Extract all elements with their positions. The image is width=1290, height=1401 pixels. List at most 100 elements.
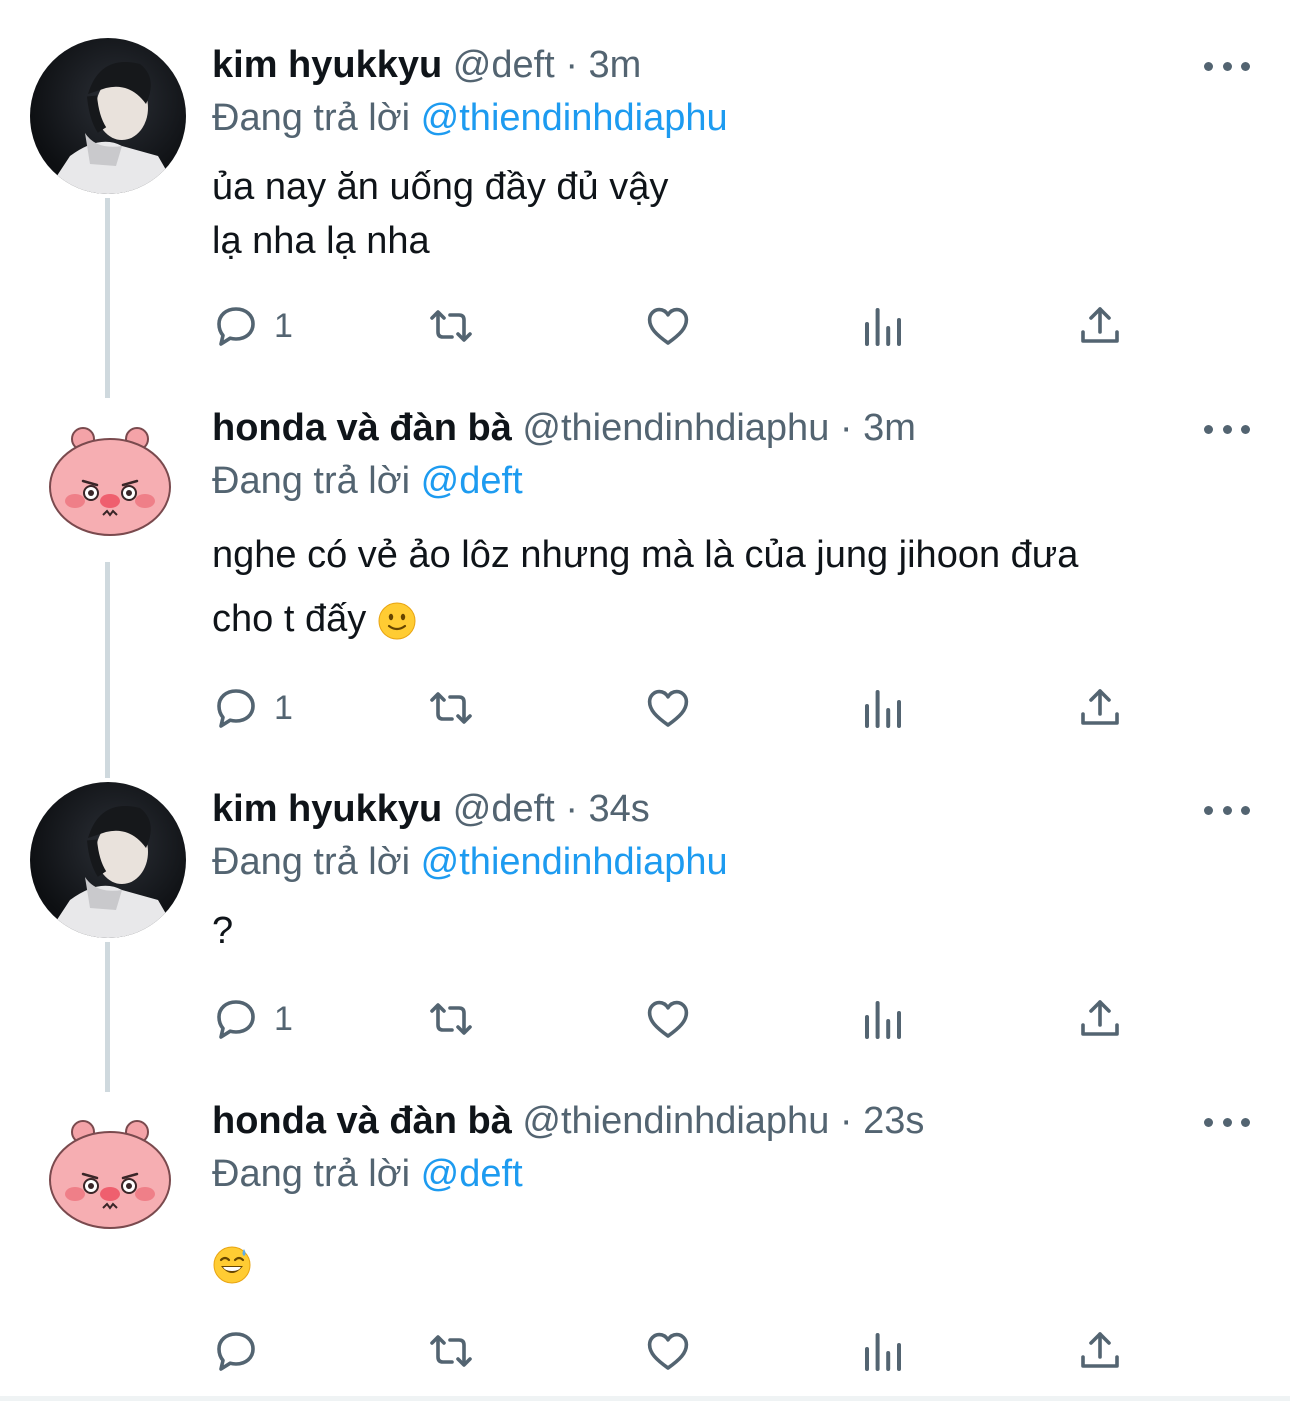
analytics-icon [865, 690, 901, 728]
retweet-button[interactable] [427, 298, 475, 354]
like-icon [647, 1332, 689, 1370]
mention-link[interactable]: @deft [421, 1153, 523, 1195]
slightly-smiling-face-emoji [378, 602, 416, 640]
thread-line [105, 942, 110, 1092]
reply-count: 1 [274, 999, 293, 1038]
mention-link[interactable]: @thiendinhdiaphu [421, 841, 728, 883]
analytics-icon [865, 308, 901, 346]
display-name[interactable]: kim hyukkyu [212, 788, 442, 830]
avatar[interactable] [45, 1108, 175, 1238]
replying-to: Đang trả lời @deft [212, 458, 523, 504]
share-button[interactable] [1076, 991, 1124, 1047]
action-bar: 1 [212, 680, 1212, 736]
share-button[interactable] [1076, 1323, 1124, 1379]
like-button[interactable] [644, 1323, 692, 1379]
tweet-text-line: lạ nha lạ nha [212, 220, 430, 262]
tweet-text: ? [212, 904, 1252, 958]
username[interactable]: @deft [453, 44, 555, 86]
retweet-icon [430, 310, 472, 342]
tweet-header: kim hyukkyu @deft · 3m [212, 42, 641, 88]
action-bar [212, 1323, 1212, 1379]
tweet-text-line-2: cho t đấy [212, 587, 1252, 651]
tweet-header: honda và đàn bà @thiendinhdiaphu · 3m [212, 405, 916, 451]
share-icon [1081, 307, 1119, 343]
replying-to-label: Đang trả lời [212, 1153, 411, 1195]
display-name[interactable]: honda và đàn bà [212, 1100, 512, 1142]
timestamp[interactable]: 3m [589, 44, 642, 86]
display-name[interactable]: honda và đàn bà [212, 407, 512, 449]
thread-line [105, 562, 110, 778]
more-icon[interactable] [1204, 800, 1250, 820]
grinning-face-with-sweat-emoji [213, 1246, 251, 1284]
retweet-icon [430, 692, 472, 724]
share-icon [1081, 689, 1119, 725]
username[interactable]: @deft [453, 788, 555, 830]
analytics-icon [865, 1001, 901, 1039]
timestamp[interactable]: 34s [589, 788, 650, 830]
replying-to-label: Đang trả lời [212, 841, 411, 883]
separator: · [565, 44, 578, 86]
tweet-text-line: cho t đấy [212, 598, 367, 640]
retweet-button[interactable] [427, 1323, 475, 1379]
retweet-button[interactable] [427, 680, 475, 736]
tweet-text [212, 1236, 1252, 1290]
share-icon [1081, 1332, 1119, 1368]
bottom-divider [0, 1396, 1290, 1401]
timestamp[interactable]: 23s [863, 1100, 924, 1142]
like-button[interactable] [644, 680, 692, 736]
tweet-text: nghe có vẻ ảo lôz nhưng mà là của jung j… [212, 523, 1252, 651]
username[interactable]: @thiendinhdiaphu [522, 1100, 829, 1142]
share-button[interactable] [1076, 680, 1124, 736]
analytics-button[interactable] [859, 991, 907, 1047]
tweet-header: honda và đàn bà @thiendinhdiaphu · 23s [212, 1098, 924, 1144]
analytics-button[interactable] [859, 298, 907, 354]
like-icon [647, 689, 689, 727]
share-button[interactable] [1076, 298, 1124, 354]
replying-to: Đang trả lời @thiendinhdiaphu [212, 839, 728, 885]
replying-to: Đang trả lời @deft [212, 1151, 523, 1197]
avatar[interactable] [45, 415, 175, 545]
reply-button[interactable]: 1 [212, 680, 293, 736]
reply-icon [217, 1000, 255, 1039]
avatar[interactable] [30, 38, 186, 194]
separator: · [839, 407, 853, 449]
share-icon [1081, 1000, 1119, 1036]
tweet-text-line: ủa nay ăn uống đầy đủ vậy [212, 166, 669, 208]
replying-to-label: Đang trả lời [212, 460, 411, 502]
analytics-button[interactable] [859, 1323, 907, 1379]
retweet-icon [430, 1335, 472, 1367]
reply-count: 1 [274, 688, 293, 727]
tweet-text: ủa nay ăn uống đầy đủ vậy lạ nha lạ nha [212, 160, 1252, 268]
like-button[interactable] [644, 298, 692, 354]
reply-button[interactable]: 1 [212, 298, 293, 354]
like-icon [647, 307, 689, 345]
action-bar: 1 [212, 991, 1212, 1047]
like-button[interactable] [644, 991, 692, 1047]
tweet-text-line: nghe có vẻ ảo lôz nhưng mà là của jung j… [212, 534, 1079, 576]
reply-count: 1 [274, 306, 293, 345]
reply-icon [217, 689, 255, 728]
display-name[interactable]: kim hyukkyu [212, 44, 442, 86]
avatar[interactable] [30, 782, 186, 938]
reply-button[interactable] [212, 1323, 274, 1379]
mention-link[interactable]: @deft [421, 460, 523, 502]
reply-icon [217, 307, 255, 346]
timestamp[interactable]: 3m [863, 407, 916, 449]
analytics-icon [865, 1333, 901, 1371]
analytics-button[interactable] [859, 680, 907, 736]
action-bar: 1 [212, 298, 1212, 354]
reply-button[interactable]: 1 [212, 991, 293, 1047]
more-icon[interactable] [1204, 1112, 1250, 1132]
more-icon[interactable] [1204, 56, 1250, 76]
thread-line [105, 198, 110, 398]
tweet-header: kim hyukkyu @deft · 34s [212, 786, 650, 832]
mention-link[interactable]: @thiendinhdiaphu [421, 97, 728, 139]
retweet-icon [430, 1003, 472, 1035]
retweet-button[interactable] [427, 991, 475, 1047]
replying-to: Đang trả lời @thiendinhdiaphu [212, 95, 728, 141]
username[interactable]: @thiendinhdiaphu [522, 407, 829, 449]
more-icon[interactable] [1204, 419, 1250, 439]
separator: · [839, 1100, 853, 1142]
reply-icon [217, 1332, 255, 1371]
like-icon [647, 1000, 689, 1038]
